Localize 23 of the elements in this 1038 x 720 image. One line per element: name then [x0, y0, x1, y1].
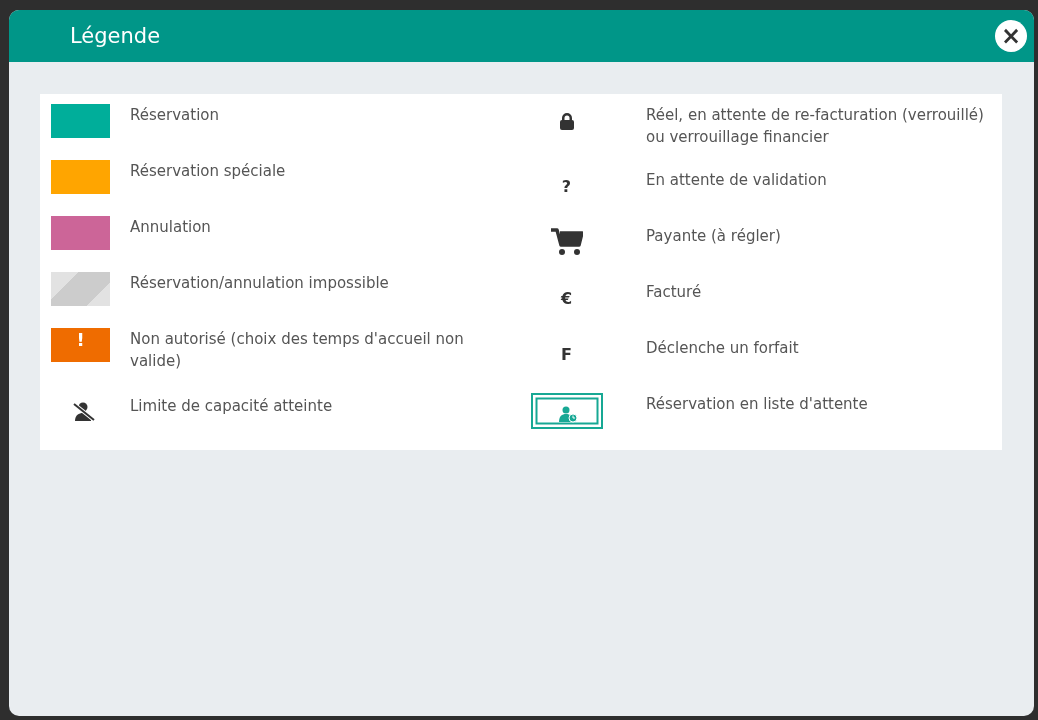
- legend-label: Déclenche un forfait: [646, 338, 800, 359]
- legend-label: Réservation spéciale: [129, 161, 287, 182]
- legend-label: Limite de capacité atteinte: [129, 396, 334, 417]
- legend-label: Non autorisé (choix des temps d'accueil non valide): [129, 329, 465, 372]
- legend-symbol: ?: [561, 176, 572, 196]
- legend-label: Réel, en attente de re-facturation (verrouillé) ou verrouillage financier: [646, 105, 985, 148]
- legend-label: Réservation: [129, 105, 220, 126]
- legend-label: Facturé: [646, 282, 703, 303]
- lock-icon: [558, 112, 575, 130]
- legend-label: En attente de validation: [646, 170, 828, 191]
- legend-label: Payante (à régler): [646, 226, 782, 247]
- legend-symbol: €: [560, 288, 573, 308]
- legend-label: Réservation en liste d'attente: [646, 394, 869, 415]
- striped-swatch: [51, 272, 110, 306]
- legend-symbol: F: [561, 344, 572, 364]
- waitlist-icon: [530, 393, 603, 429]
- cart-icon: [550, 228, 583, 256]
- warning-swatch: !: [51, 328, 110, 362]
- person-slash-icon: [73, 402, 95, 422]
- legend-label: Annulation: [129, 217, 212, 238]
- legend-label: Réservation/annulation impossible: [129, 273, 390, 294]
- dialog-title: Légende: [70, 24, 161, 48]
- close-button[interactable]: ×: [995, 20, 1027, 52]
